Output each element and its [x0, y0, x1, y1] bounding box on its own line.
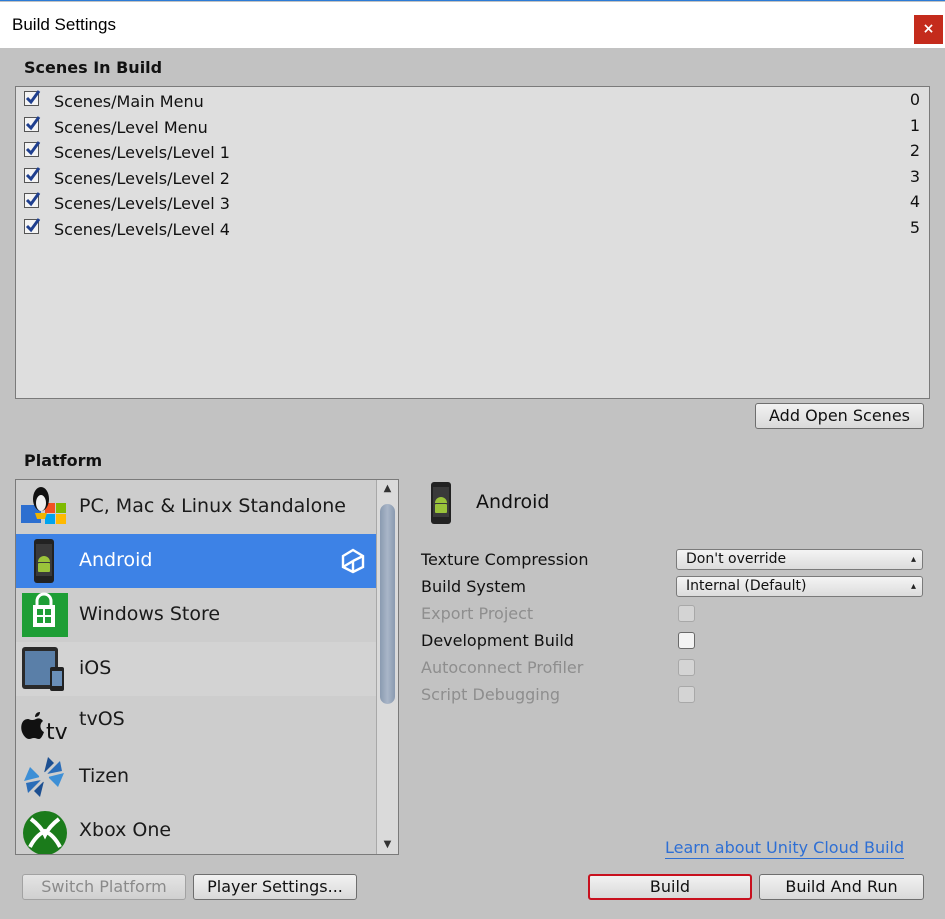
android-icon [34, 539, 54, 583]
platform-name: iOS [79, 657, 112, 679]
platform-item-android[interactable]: Android [16, 534, 376, 588]
scene-name: Scenes/Level Menu [54, 118, 208, 137]
platform-item-windows-store[interactable]: Windows Store [16, 588, 376, 642]
build-settings-window: Build Settings × Scenes In Build Scenes/… [0, 0, 945, 919]
scene-row[interactable]: Scenes/Levels/Level 2 3 [16, 165, 929, 190]
scene-index: 5 [909, 218, 920, 237]
scene-name: Scenes/Levels/Level 4 [54, 220, 230, 239]
checkmark-icon [25, 90, 41, 105]
platform-item-ios[interactable]: iOS [16, 642, 376, 696]
scene-checkbox[interactable] [24, 141, 41, 157]
scroll-down-icon[interactable]: ▼ [377, 836, 398, 854]
build-button[interactable]: Build [588, 874, 752, 900]
script-debugging-checkbox [678, 686, 695, 703]
scene-name: Scenes/Levels/Level 2 [54, 169, 230, 188]
close-button[interactable]: × [914, 15, 943, 44]
ios-icon [22, 647, 64, 691]
scene-checkbox[interactable] [24, 218, 41, 234]
platform-scrollbar[interactable]: ▲ ▼ [376, 480, 398, 854]
scene-index: 3 [909, 167, 920, 186]
scenes-list: Scenes/Main Menu 0 Scenes/Level Menu 1 S… [15, 86, 930, 399]
autoconnect-profiler-label: Autoconnect Profiler [421, 658, 584, 677]
scene-name: Scenes/Levels/Level 1 [54, 143, 230, 162]
platform-list: PC, Mac & Linux Standalone Android Windo… [15, 479, 399, 855]
tvos-icon: tv [21, 712, 68, 745]
scenes-in-build-header: Scenes In Build [24, 58, 163, 77]
checkmark-icon [25, 218, 41, 233]
scene-row[interactable]: Scenes/Levels/Level 3 4 [16, 190, 929, 215]
build-system-dropdown[interactable]: Internal (Default) ▴ [676, 576, 923, 597]
export-project-label: Export Project [421, 604, 534, 623]
development-build-checkbox[interactable] [678, 632, 695, 649]
windows-store-icon [22, 592, 68, 637]
scene-row[interactable]: Scenes/Level Menu 1 [16, 114, 929, 139]
platform-header: Platform [24, 451, 103, 470]
checkmark-icon [25, 141, 41, 156]
development-build-label: Development Build [421, 631, 574, 650]
scene-index: 1 [909, 116, 920, 135]
xbox-one-icon [23, 811, 67, 854]
dropdown-arrow-icon: ▴ [910, 554, 916, 565]
tizen-icon [24, 757, 64, 797]
standalone-icon [21, 487, 66, 524]
checkmark-icon [25, 167, 41, 182]
platform-name: Windows Store [79, 603, 221, 625]
export-project-checkbox [678, 605, 695, 622]
scene-name: Scenes/Main Menu [54, 92, 204, 111]
scene-row[interactable]: Scenes/Levels/Level 1 2 [16, 139, 929, 164]
scene-row[interactable]: Scenes/Main Menu 0 [16, 88, 929, 113]
switch-platform-button[interactable]: Switch Platform [22, 874, 186, 900]
scene-row[interactable]: Scenes/Levels/Level 4 5 [16, 216, 929, 241]
platform-name: Android [79, 549, 153, 571]
scene-index: 2 [909, 141, 920, 160]
scroll-up-icon[interactable]: ▲ [377, 480, 398, 498]
learn-unity-cloud-build-link[interactable]: Learn about Unity Cloud Build [665, 838, 905, 859]
build-and-run-button[interactable]: Build And Run [759, 874, 924, 900]
scene-checkbox[interactable] [24, 116, 41, 132]
texture-compression-dropdown[interactable]: Don't override ▴ [676, 549, 923, 570]
unity-icon [341, 548, 365, 574]
build-system-label: Build System [421, 577, 526, 596]
scene-name: Scenes/Levels/Level 3 [54, 194, 230, 213]
scene-checkbox[interactable] [24, 90, 41, 106]
platform-name: tvOS [79, 708, 125, 730]
checkmark-icon [25, 116, 41, 131]
autoconnect-profiler-checkbox [678, 659, 695, 676]
scene-checkbox[interactable] [24, 167, 41, 183]
platform-item-xbox-one[interactable]: Xbox One [16, 804, 376, 854]
platform-name: PC, Mac & Linux Standalone [79, 495, 346, 517]
platform-name: Xbox One [79, 819, 172, 841]
checkmark-icon [25, 192, 41, 207]
platform-item-tvos[interactable]: tv tvOS [16, 696, 376, 750]
dropdown-arrow-icon: ▴ [910, 581, 916, 592]
platform-name: Tizen [79, 765, 130, 787]
title-bar: Build Settings × [0, 2, 945, 48]
add-open-scenes-button[interactable]: Add Open Scenes [755, 403, 924, 429]
platform-item-tizen[interactable]: Tizen [16, 750, 376, 804]
texture-compression-value: Don't override [686, 551, 787, 567]
player-settings-button[interactable]: Player Settings... [193, 874, 357, 900]
scroll-thumb[interactable] [380, 504, 395, 704]
scene-checkbox[interactable] [24, 192, 41, 208]
scene-index: 0 [909, 90, 920, 109]
window-title: Build Settings [12, 15, 116, 34]
texture-compression-label: Texture Compression [421, 550, 589, 569]
build-system-value: Internal (Default) [686, 578, 807, 594]
selected-platform-title: Android [476, 491, 550, 513]
script-debugging-label: Script Debugging [421, 685, 561, 704]
scene-index: 4 [909, 192, 920, 211]
svg-text:tv: tv [46, 720, 68, 745]
android-icon [431, 482, 451, 524]
platform-item-standalone[interactable]: PC, Mac & Linux Standalone [16, 480, 376, 534]
